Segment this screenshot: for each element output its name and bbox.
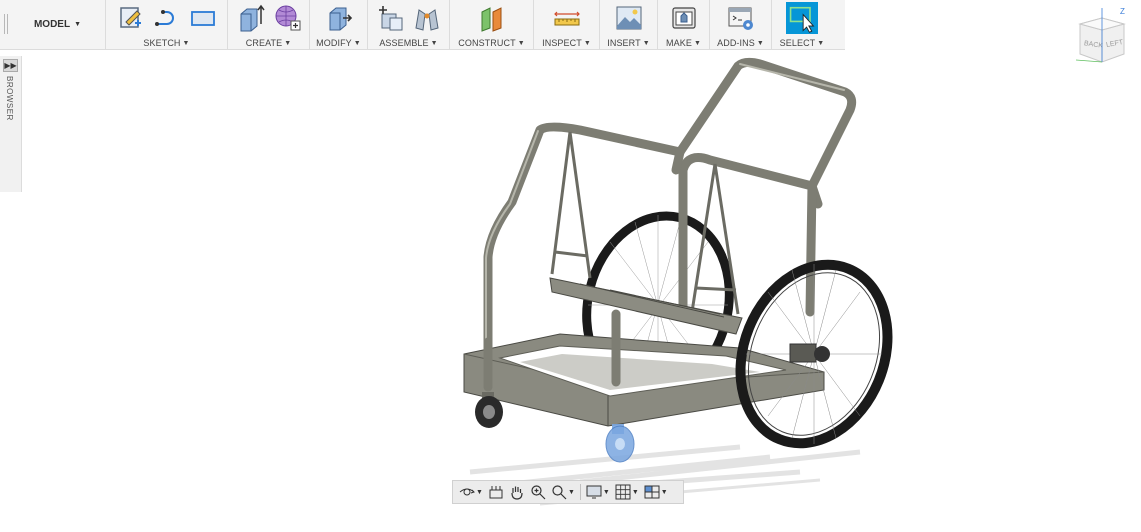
browser-panel-collapsed[interactable]: ▶▶ BROWSER — [0, 56, 22, 192]
group-label-make[interactable]: MAKE — [666, 38, 692, 48]
zoom-button[interactable] — [530, 484, 546, 500]
arc-icon[interactable] — [153, 4, 181, 32]
group-label-add-ins[interactable]: ADD-INS — [717, 38, 755, 48]
base-frame — [463, 333, 825, 427]
3d-print-icon[interactable] — [670, 4, 698, 32]
joint-icon[interactable] — [413, 4, 441, 32]
look-at-button[interactable] — [488, 484, 504, 500]
chevron-down-icon: ▼ — [284, 39, 292, 47]
grid-settings-button[interactable]: ▼ — [615, 484, 639, 500]
group-label-create[interactable]: CREATE — [246, 38, 282, 48]
viewports-button[interactable]: ▼ — [644, 484, 668, 500]
chevron-down-icon: ▼ — [817, 39, 825, 47]
group-label-modify[interactable]: MODIFY — [316, 38, 352, 48]
workspace-label: MODEL — [33, 19, 71, 30]
grid-icon — [615, 484, 631, 500]
toolbar: MODEL ▼ SKETCH ▼ CREATE ▼ MODIFY ▼ ASSEM… — [0, 0, 845, 50]
toolbar-group-create: CREATE ▼ — [228, 0, 310, 50]
navigation-bar: ▼ ▼ ▼ ▼ ▼ — [452, 480, 684, 504]
divider — [579, 484, 581, 500]
toolbar-grip[interactable] — [0, 0, 10, 50]
chevron-down-icon: ▼ — [74, 21, 82, 28]
fit-button[interactable]: ▼ — [551, 484, 575, 500]
basket-tray — [549, 277, 743, 335]
display-settings-button[interactable]: ▼ — [586, 484, 610, 500]
chevron-down-icon: ▼ — [631, 488, 639, 496]
insert-image-icon[interactable] — [615, 4, 643, 32]
group-label-select[interactable]: SELECT — [780, 38, 816, 48]
toolbar-group-insert: INSERT ▼ — [600, 0, 658, 50]
zoom-icon — [531, 485, 546, 500]
workspace-switcher[interactable]: MODEL ▼ — [10, 0, 106, 49]
toolbar-group-modify: MODIFY ▼ — [310, 0, 368, 50]
rectangle-icon[interactable] — [189, 4, 217, 32]
select-icon[interactable] — [785, 2, 819, 34]
orbit-button[interactable]: ▼ — [459, 484, 483, 500]
toolbar-group-construct: CONSTRUCT ▼ — [450, 0, 534, 50]
chevron-down-icon: ▼ — [756, 39, 764, 47]
chevron-down-icon: ▼ — [353, 39, 361, 47]
chevron-down-icon: ▼ — [583, 39, 591, 47]
viewports-icon — [644, 485, 660, 499]
create-sketch-icon[interactable] — [117, 4, 145, 32]
viewcube[interactable]: BACK LEFT Z — [1068, 4, 1132, 68]
group-label-assemble[interactable]: ASSEMBLE — [379, 38, 428, 48]
model-viewport[interactable] — [440, 52, 910, 512]
group-label-construct[interactable]: CONSTRUCT — [458, 38, 515, 48]
toolbar-group-make: MAKE ▼ — [658, 0, 710, 50]
look-at-icon — [489, 486, 503, 499]
browser-label: BROWSER — [5, 76, 14, 121]
chevron-down-icon: ▼ — [182, 39, 190, 47]
group-label-insert[interactable]: INSERT — [607, 38, 640, 48]
chevron-down-icon: ▼ — [602, 488, 610, 496]
toolbar-group-inspect: INSPECT ▼ — [534, 0, 600, 50]
pan-button[interactable] — [509, 484, 525, 500]
extrude-icon[interactable] — [237, 4, 265, 32]
caster-front-selected[interactable] — [605, 424, 635, 463]
chevron-down-icon: ▼ — [693, 39, 701, 47]
orbit-icon — [459, 488, 475, 496]
toolbar-group-add-ins: ADD-INS ▼ — [710, 0, 772, 50]
z-axis-label: Z — [1120, 7, 1125, 16]
offset-plane-icon[interactable] — [478, 4, 506, 32]
chevron-down-icon: ▼ — [567, 488, 575, 496]
toolbar-group-select: SELECT ▼ — [772, 0, 832, 50]
chevron-down-icon: ▼ — [430, 39, 438, 47]
group-label-inspect[interactable]: INSPECT — [542, 38, 582, 48]
measure-icon[interactable] — [553, 4, 581, 32]
scripts-icon[interactable] — [727, 4, 755, 32]
chevron-down-icon: ▼ — [642, 39, 650, 47]
chevron-down-icon: ▼ — [660, 488, 668, 496]
toolbar-group-sketch: SKETCH ▼ — [106, 0, 228, 50]
group-label-sketch[interactable]: SKETCH — [143, 38, 180, 48]
zoom-window-icon — [552, 485, 567, 500]
pan-hand-icon — [511, 486, 523, 500]
chevron-down-icon: ▼ — [476, 488, 483, 496]
press-pull-icon[interactable] — [325, 4, 353, 32]
form-icon[interactable] — [273, 4, 301, 32]
display-settings-icon — [586, 485, 602, 499]
expand-browser-icon[interactable]: ▶▶ — [3, 59, 18, 72]
new-component-icon[interactable] — [377, 4, 405, 32]
chevron-down-icon: ▼ — [517, 39, 525, 47]
toolbar-group-assemble: ASSEMBLE ▼ — [368, 0, 450, 50]
